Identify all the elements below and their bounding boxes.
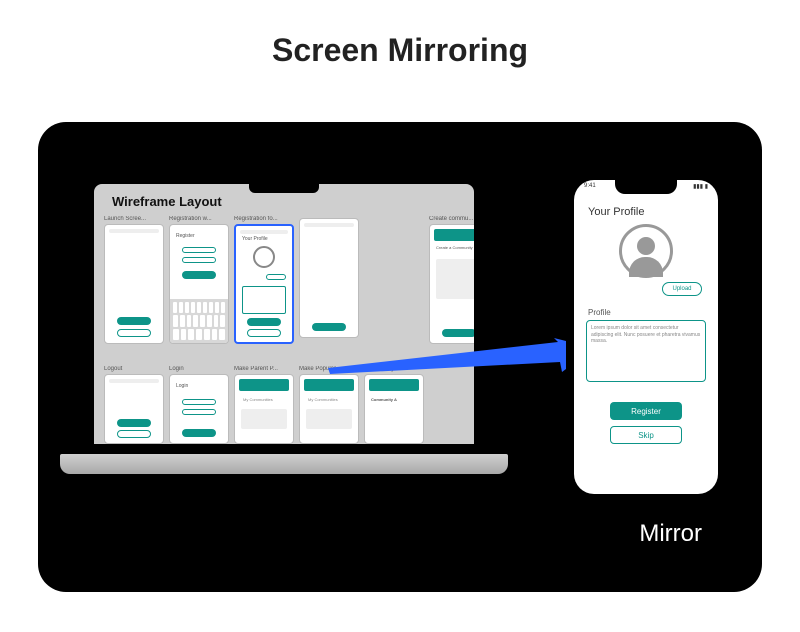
wireframe-item[interactable] xyxy=(299,216,359,344)
laptop-notch xyxy=(249,184,319,193)
phone-page-title: Your Profile xyxy=(588,206,644,218)
wireframe-item[interactable]: Logout xyxy=(104,366,164,444)
phone-status-bar: 9:41 ▮▮▮ ▮ xyxy=(574,183,718,190)
wireframe-item[interactable]: Community Pa... Community A xyxy=(364,366,424,444)
signal-icon: ▮▮▮ ▮ xyxy=(693,183,708,190)
laptop-device: Wireframe Layout Launch Scree... Registr… xyxy=(60,174,508,504)
wireframe-item-label: Logout xyxy=(104,366,164,372)
wireframe-item-selected[interactable]: Registration fo... Your Profile xyxy=(234,216,294,344)
diagram-panel: Wireframe Layout Launch Scree... Registr… xyxy=(38,122,762,592)
laptop-screen: Wireframe Layout Launch Scree... Registr… xyxy=(84,174,484,454)
wireframe-item-label: Registration w... xyxy=(169,216,229,222)
wireframe-item-label: Make Parent P... xyxy=(234,366,294,372)
wireframe-header: Wireframe Layout xyxy=(112,194,222,209)
laptop-base xyxy=(60,454,508,474)
register-button[interactable]: Register xyxy=(610,402,682,420)
phone-time: 9:41 xyxy=(584,183,596,190)
phone-screen: 9:41 ▮▮▮ ▮ Your Profile Upload Profile L… xyxy=(574,180,718,494)
profile-label: Profile xyxy=(588,308,611,317)
wireframe-item-label: Make Popular xyxy=(299,366,359,372)
wireframe-item[interactable]: Create commu... Create a Community xyxy=(429,216,484,344)
mirror-label: Mirror xyxy=(639,520,702,548)
wireframe-item[interactable]: Registration w... Register xyxy=(169,216,229,344)
profile-textarea[interactable]: Lorem ipsum dolor sit amet consectetur a… xyxy=(586,320,706,382)
wireframe-item-label: Registration fo... xyxy=(234,216,294,222)
avatar-icon xyxy=(619,224,673,278)
wireframe-item-label: Create commu... xyxy=(429,216,484,222)
phone-device: 9:41 ▮▮▮ ▮ Your Profile Upload Profile L… xyxy=(566,172,726,502)
page-title: Screen Mirroring xyxy=(0,32,800,69)
skip-button[interactable]: Skip xyxy=(610,426,682,444)
wireframe-item-label: Launch Scree... xyxy=(104,216,164,222)
wireframe-item[interactable]: Login Login xyxy=(169,366,229,444)
wireframe-item[interactable]: Make Parent P... My Communities xyxy=(234,366,294,444)
wireframe-item[interactable]: Make Popular My Communities xyxy=(299,366,359,444)
upload-button[interactable]: Upload xyxy=(662,282,702,296)
wireframe-item-label: Login xyxy=(169,366,229,372)
wireframe-item[interactable]: Launch Scree... xyxy=(104,216,164,344)
wireframe-item-label: Community Pa... xyxy=(364,366,424,372)
